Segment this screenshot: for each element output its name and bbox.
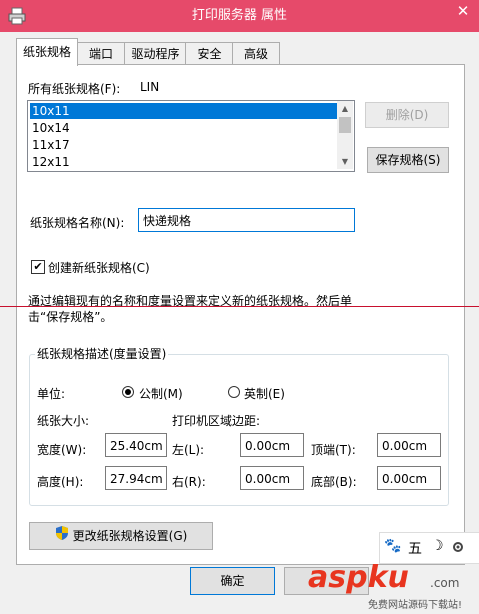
printer-margins-label: 打印机区域边距: [172,414,261,428]
list-item[interactable]: 11x17 [30,137,337,153]
create-form-checkbox[interactable]: ✔ [31,260,45,274]
save-form-button[interactable]: 保存规格(S) [367,147,449,173]
metric-label: 公制(M) [139,387,183,401]
tab-advanced[interactable]: 高级 [232,42,280,65]
watermark-logo: aspku [308,560,409,595]
height-input[interactable]: 27.94cm [105,466,167,490]
bottom-margin-input[interactable]: 0.00cm [377,466,441,490]
red-guide-line [0,306,479,307]
change-form-settings-label: 更改纸张规格设置(G) [72,529,188,543]
english-radio[interactable] [228,386,240,398]
ime-mode-label[interactable]: 五 [408,538,422,558]
create-form-label: 创建新纸张规格(C) [48,261,150,275]
ok-button[interactable]: 确定 [190,567,275,595]
tab-security[interactable]: 安全 [185,42,234,65]
form-name-label: 纸张规格名称(N): [30,216,125,230]
all-forms-label: 所有纸张规格(F): [28,82,121,96]
forms-listbox[interactable]: 10x11 10x14 11x17 12x11 [27,100,355,172]
form-name-input[interactable]: 快递规格 [138,208,355,232]
delete-button[interactable]: 删除(D) [365,102,449,128]
left-margin-input[interactable]: 0.00cm [240,433,304,457]
window-title: 打印服务器 属性 [191,8,288,23]
description-line-2: 击“保存规格”。 [28,310,113,324]
gear-icon[interactable] [452,541,464,553]
title-bar: 打印服务器 属性 ✕ [0,0,479,32]
listbox-scrollbar[interactable]: ▲ ▼ [337,101,353,169]
scroll-thumb[interactable] [339,117,351,133]
left-margin-label: 左(L): [172,443,205,457]
tab-drivers[interactable]: 驱动程序 [124,42,187,65]
tab-forms[interactable]: 纸张规格 [16,38,78,66]
right-margin-label: 右(R): [172,475,206,489]
english-label: 英制(E) [244,387,285,401]
scroll-down-icon[interactable]: ▼ [337,154,353,169]
paper-size-label: 纸张大小: [37,414,90,428]
list-item[interactable]: 10x14 [30,120,337,136]
paw-icon[interactable]: 🐾 [384,538,401,554]
right-margin-input[interactable]: 0.00cm [240,466,304,490]
measurements-title: 纸张规格描述(度量设置) [35,345,169,362]
unit-label: 单位: [37,387,66,401]
width-input[interactable]: 25.40cm [105,433,167,457]
watermark-com: .com [430,576,460,590]
shield-icon [55,524,69,550]
list-item[interactable]: 12x11 [30,154,337,170]
scroll-up-icon[interactable]: ▲ [337,101,353,116]
server-name: LIN [140,80,160,94]
bottom-margin-label: 底部(B): [311,475,357,489]
moon-icon[interactable]: ☽ [431,538,444,554]
list-item[interactable]: 10x11 [30,103,337,119]
height-label: 高度(H): [37,475,84,489]
close-button[interactable]: ✕ [447,0,479,24]
tab-ports[interactable]: 端口 [76,42,126,65]
watermark-subtitle: 免费网站源码下载站! [368,600,463,611]
width-label: 宽度(W): [37,443,87,457]
metric-radio[interactable] [122,386,134,398]
top-margin-input[interactable]: 0.00cm [377,433,441,457]
top-margin-label: 顶端(T): [311,443,356,457]
change-form-settings-button[interactable]: 更改纸张规格设置(G) [29,522,213,550]
